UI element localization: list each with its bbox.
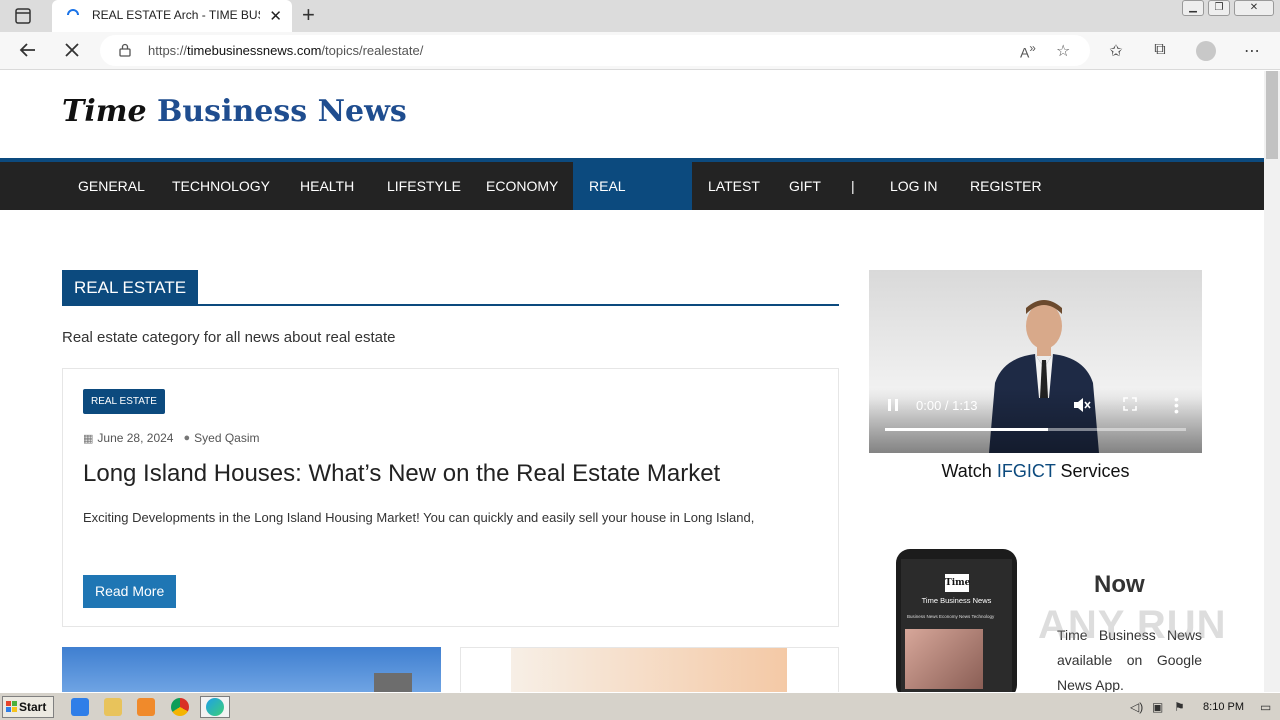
phone-logo: Time: [945, 574, 970, 592]
nav-latest[interactable]: LATEST: [692, 162, 776, 210]
minimize-icon[interactable]: ▁: [1182, 0, 1204, 16]
nav-economy[interactable]: ECONOMY: [470, 162, 574, 210]
nav-general[interactable]: GENERAL: [62, 162, 161, 210]
nav-gift[interactable]: GIFT: [773, 162, 837, 210]
nav-health[interactable]: HEALTH: [284, 162, 370, 210]
volume-icon[interactable]: ◁): [1130, 700, 1144, 714]
url-text[interactable]: https://timebusinessnews.com/topics/real…: [148, 43, 423, 58]
scrollbar-thumb[interactable]: [1266, 71, 1278, 159]
post-category-badge[interactable]: REAL ESTATE: [83, 389, 165, 414]
video-more-options-icon[interactable]: • • •: [1174, 392, 1179, 418]
window-close-icon[interactable]: ✕: [1234, 0, 1274, 16]
post-thumbnail-2[interactable]: [460, 647, 839, 692]
clock[interactable]: 8:10 PM: [1203, 701, 1244, 713]
edge-taskbar-button[interactable]: [200, 696, 230, 718]
url-path: /topics/realestate/: [321, 43, 424, 58]
post-card: REAL ESTATE ▦ June 28, 2024 ● Syed Qasim…: [62, 368, 839, 627]
new-tab-icon[interactable]: +: [302, 4, 315, 26]
settings-more-icon[interactable]: ⋯: [1242, 41, 1262, 61]
edge-icon: [206, 698, 224, 716]
browser-tab-strip: REAL ESTATE Arch - TIME BUSINESS NEWS ✕ …: [0, 0, 1280, 32]
nav-lifestyle[interactable]: LIFESTYLE: [371, 162, 477, 210]
site-logo[interactable]: Time Business News: [62, 94, 407, 129]
anyrun-watermark: ANY RUN: [1038, 603, 1227, 647]
video-progress-bar[interactable]: [885, 428, 1186, 431]
file-explorer-icon[interactable]: [104, 698, 122, 716]
show-desktop-icon[interactable]: ▭: [1260, 700, 1274, 714]
internet-explorer-icon[interactable]: [71, 698, 89, 716]
post-date[interactable]: June 28, 2024: [97, 431, 173, 445]
windows-flag-icon: [6, 701, 17, 712]
add-favorite-icon[interactable]: ☆: [1056, 41, 1070, 61]
muted-speaker-icon[interactable]: [1073, 397, 1091, 413]
phone-brand: Time Business News: [921, 596, 992, 605]
collections-icon[interactable]: ⧉: [1150, 41, 1170, 61]
read-aloud-icon[interactable]: A»: [1020, 42, 1036, 61]
browser-toolbar: https://timebusinessnews.com/topics/real…: [0, 32, 1280, 70]
tab-close-icon[interactable]: ✕: [269, 7, 282, 25]
profile-avatar[interactable]: [1196, 41, 1216, 61]
video-controls: 0:00 / 1:13 • • •: [869, 388, 1202, 453]
loading-spinner-icon: [67, 9, 79, 16]
watch-caption: Watch IFGICT Services: [869, 461, 1202, 482]
restore-icon[interactable]: ❐: [1208, 0, 1230, 16]
start-button[interactable]: Start: [2, 696, 54, 718]
category-description: Real estate category for all news about …: [62, 329, 396, 346]
read-more-button[interactable]: Read More: [83, 575, 177, 608]
post-thumbnail-1[interactable]: [62, 647, 441, 692]
user-icon: ●: [183, 432, 191, 444]
media-player-icon[interactable]: [137, 698, 155, 716]
url-scheme: https://: [148, 43, 188, 58]
watch-prefix: Watch: [941, 461, 997, 481]
fullscreen-icon[interactable]: [1123, 397, 1137, 411]
phone-screen: Time Time Business News Business News Ec…: [901, 559, 1012, 692]
browser-tab-active[interactable]: REAL ESTATE Arch - TIME BUSINESS NEWS ✕: [52, 0, 292, 32]
network-icon[interactable]: ▣: [1152, 700, 1166, 714]
sidebar-video-player[interactable]: 0:00 / 1:13 • • •: [869, 270, 1202, 453]
video-progress-fill: [885, 428, 1048, 431]
category-title: REAL ESTATE: [62, 270, 199, 306]
system-tray: ◁) ▣ ⚑ 8:10 PM ▭: [1120, 695, 1280, 719]
page-scrollbar[interactable]: [1264, 71, 1280, 692]
url-host: timebusinessnews.com: [187, 43, 322, 58]
stop-loading-icon[interactable]: [62, 40, 82, 60]
post-author[interactable]: Syed Qasim: [194, 431, 259, 445]
chrome-icon[interactable]: [171, 698, 189, 716]
calendar-icon: ▦: [83, 432, 94, 445]
back-arrow-icon[interactable]: [18, 40, 38, 60]
logo-word-business-news: Business News: [157, 94, 407, 129]
nav-log-in[interactable]: LOG IN: [874, 162, 953, 210]
tab-title: REAL ESTATE Arch - TIME BUSINESS NEWS: [92, 8, 260, 22]
favorites-icon[interactable]: ✩: [1106, 41, 1126, 61]
main-navigation: GENERAL TECHNOLOGY HEALTH LIFESTYLE ECON…: [0, 158, 1264, 242]
lock-icon[interactable]: [118, 43, 132, 57]
pause-icon[interactable]: [887, 398, 899, 412]
watch-suffix: Services: [1055, 461, 1130, 481]
thumbnail-building: [374, 673, 412, 692]
nav-separator: |: [851, 178, 855, 194]
phone-tabs: Business News Economy News Technology: [907, 614, 995, 619]
nav-technology[interactable]: TECHNOLOGY: [156, 162, 286, 210]
logo-word-time: Time: [62, 94, 147, 129]
os-taskbar: Start ◁) ▣ ⚑ 8:10 PM ▭: [0, 692, 1280, 720]
post-meta: ▦ June 28, 2024 ● Syed Qasim: [83, 431, 260, 445]
post-title[interactable]: Long Island Houses: What’s New on the Re…: [83, 460, 720, 488]
category-header: REAL ESTATE: [62, 270, 839, 306]
app-promo-heading: Now: [1094, 571, 1145, 598]
window-controls: ▁ ❐ ✕: [1182, 0, 1274, 20]
app-phone-mockup: Time Time Business News Business News Ec…: [896, 549, 1017, 692]
thumbnail-image: [511, 648, 787, 692]
page-viewport: Time Business News GENERAL TECHNOLOGY HE…: [0, 71, 1264, 692]
post-excerpt: Exciting Developments in the Long Island…: [83, 510, 755, 525]
nav-real-estate[interactable]: REAL ESTATE: [573, 162, 692, 242]
start-label: Start: [19, 700, 47, 714]
nav-register[interactable]: REGISTER: [954, 162, 1058, 210]
address-bar[interactable]: https://timebusinessnews.com/topics/real…: [100, 35, 1090, 66]
video-time: 0:00 / 1:13: [916, 398, 978, 413]
tab-actions-icon[interactable]: [14, 7, 32, 25]
action-center-flag-icon[interactable]: ⚑: [1174, 700, 1188, 714]
watch-highlight-link[interactable]: IFGICT: [997, 461, 1056, 481]
phone-article-image: [905, 629, 983, 689]
